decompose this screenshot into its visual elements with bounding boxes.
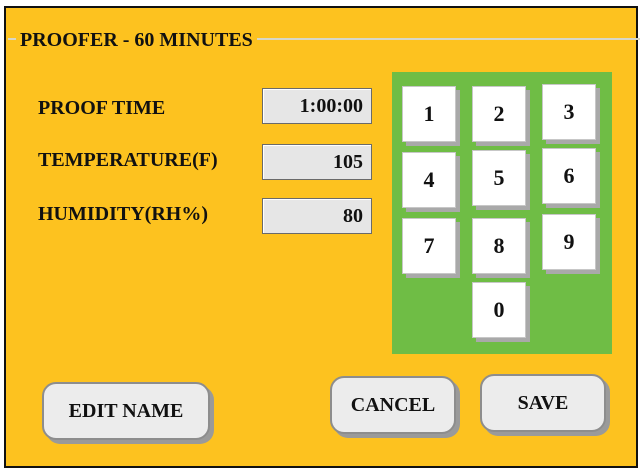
proof-time-field[interactable]: 1:00:00 bbox=[262, 88, 372, 124]
temperature-label: TEMPERATURE(F) bbox=[38, 149, 218, 171]
humidity-label: HUMIDITY(RH%) bbox=[38, 203, 208, 225]
key-3[interactable]: 3 bbox=[542, 84, 596, 140]
key-9[interactable]: 9 bbox=[542, 214, 596, 270]
numeric-keypad: 1 2 3 4 5 6 7 8 9 0 bbox=[392, 72, 612, 354]
edit-name-button[interactable]: EDIT NAME bbox=[42, 382, 210, 440]
temperature-field[interactable]: 105 bbox=[262, 144, 372, 180]
page-title: PROOFER - 60 MINUTES bbox=[16, 28, 257, 52]
key-4[interactable]: 4 bbox=[402, 152, 456, 208]
proof-time-label: PROOF TIME bbox=[38, 97, 166, 119]
save-button[interactable]: SAVE bbox=[480, 374, 606, 432]
key-7[interactable]: 7 bbox=[402, 218, 456, 274]
key-8[interactable]: 8 bbox=[472, 218, 526, 274]
key-5[interactable]: 5 bbox=[472, 150, 526, 206]
key-0[interactable]: 0 bbox=[472, 282, 526, 338]
key-1[interactable]: 1 bbox=[402, 86, 456, 142]
key-6[interactable]: 6 bbox=[542, 148, 596, 204]
humidity-field[interactable]: 80 bbox=[262, 198, 372, 234]
cancel-button[interactable]: CANCEL bbox=[330, 376, 456, 434]
key-2[interactable]: 2 bbox=[472, 86, 526, 142]
